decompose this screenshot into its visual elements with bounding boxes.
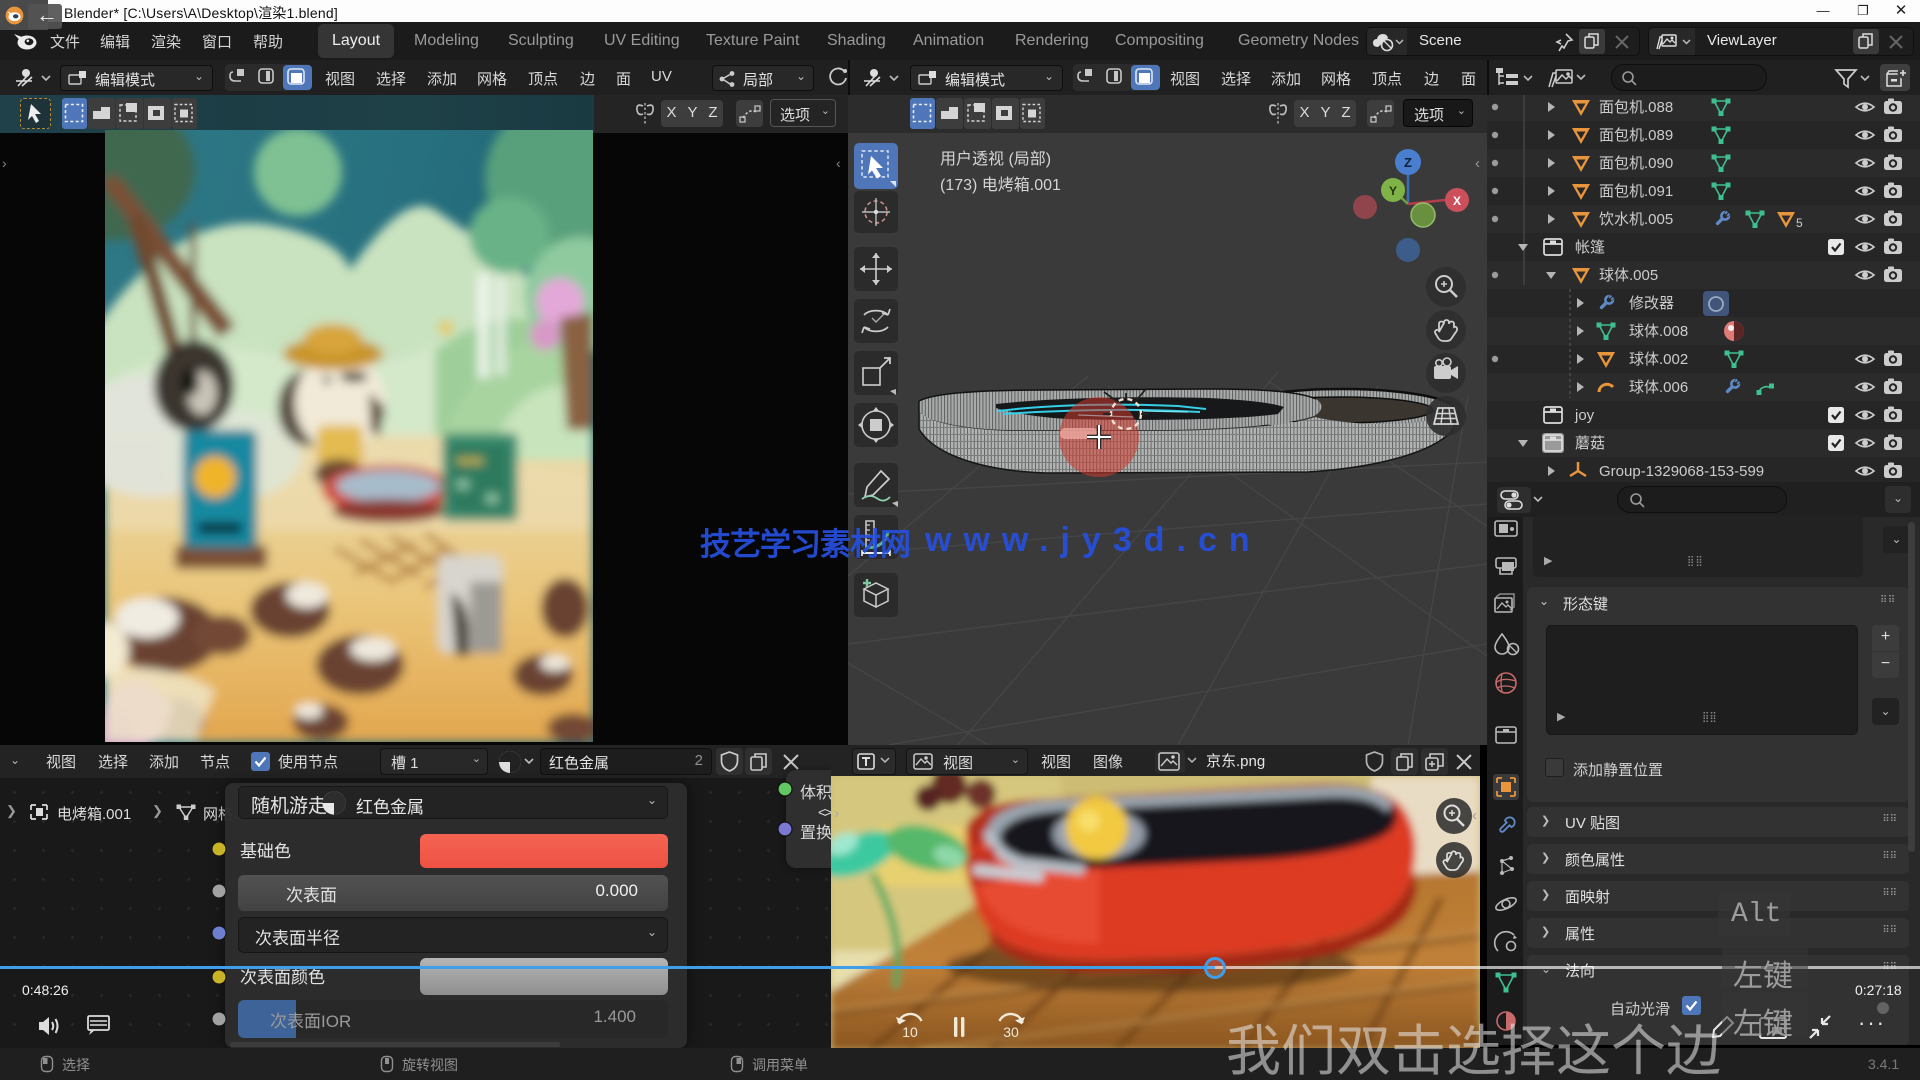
svg-text:饮水机.005: 饮水机.005 <box>1599 211 1673 228</box>
svg-text:帐篷: 帐篷 <box>1575 238 1605 256</box>
svg-text:面包机.090: 面包机.090 <box>1599 155 1673 172</box>
svg-text:Group-1329068-153-599: Group-1329068-153-599 <box>1599 463 1764 480</box>
svg-text:30: 30 <box>1003 1024 1019 1040</box>
svg-text:joy: joy <box>1574 407 1595 424</box>
svg-text:Y: Y <box>1389 184 1397 198</box>
svg-text:修改器: 修改器 <box>1629 295 1674 312</box>
svg-text:10: 10 <box>902 1024 918 1040</box>
svg-text:Z: Z <box>1404 155 1412 170</box>
svg-text:面包机.088: 面包机.088 <box>1599 99 1673 116</box>
svg-text:蘑菇: 蘑菇 <box>1575 435 1605 452</box>
svg-text:面包机.089: 面包机.089 <box>1599 127 1673 144</box>
svg-text:球体.008: 球体.008 <box>1629 323 1688 340</box>
svg-text:球体.005: 球体.005 <box>1599 267 1658 284</box>
svg-text:X: X <box>1453 194 1461 208</box>
svg-text:面包机.091: 面包机.091 <box>1599 183 1673 200</box>
svg-text:5: 5 <box>1796 216 1803 230</box>
svg-text:球体.002: 球体.002 <box>1629 351 1688 368</box>
svg-text:球体.006: 球体.006 <box>1629 379 1688 396</box>
